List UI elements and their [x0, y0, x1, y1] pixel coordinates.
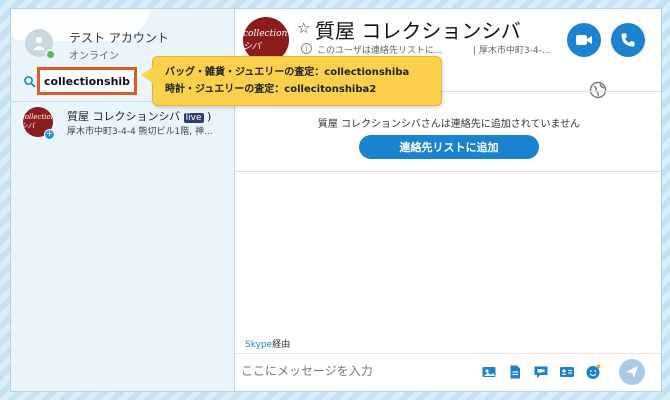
user-icon	[33, 36, 45, 50]
message-input[interactable]	[241, 359, 467, 383]
phone-icon	[621, 33, 635, 47]
audio-call-button[interactable]	[611, 23, 645, 57]
send-arrow-icon	[626, 366, 638, 378]
globe-icon[interactable]	[589, 81, 607, 99]
not-in-contacts-notice: 質屋 コレクションシバさんは連絡先に追加されていません	[317, 119, 581, 130]
via-brand: Skype	[245, 340, 273, 350]
contact-name-text: 質屋 コレクションシバ	[67, 110, 181, 123]
skype-id-tooltip: バッグ・雑貨・ジュエリーの査定：collectionshiba 時計・ジュエリー…	[141, 56, 442, 106]
send-image-icon[interactable]	[481, 364, 497, 380]
online-status-icon	[45, 49, 56, 60]
divider	[235, 353, 661, 354]
my-name[interactable]: テスト アカウント	[69, 29, 169, 46]
chat-location: | 厚木市中町3-4-...	[473, 46, 551, 56]
send-contacts-icon[interactable]	[559, 364, 575, 380]
send-file-icon[interactable]	[507, 364, 523, 380]
contact-address: 厚木市中町3-4-4 熊切ビル1階, 神...	[67, 127, 213, 137]
star-icon[interactable]: ☆	[297, 19, 310, 37]
video-message-icon[interactable]	[533, 364, 549, 380]
via-suffix: 経由	[272, 340, 291, 350]
contact-name: 質屋 コレクションシバ live )	[67, 108, 211, 124]
contact-name-close: )	[207, 110, 212, 123]
divider	[235, 171, 661, 172]
tooltip-line-1: バッグ・雑貨・ジュエリーの査定：collectionshiba	[165, 67, 410, 78]
via-skype-label: Skype経由	[245, 337, 290, 350]
search-result-item[interactable]: collection シバ + 質屋 コレクションシバ live ) 厚木市中町…	[11, 105, 235, 143]
tooltip-line-2: 時計・ジュエリーの査定：collecitonshiba2	[165, 84, 377, 95]
search-input[interactable]	[37, 67, 137, 95]
chat-subtitle: このユーザは連絡先リストに...	[317, 46, 443, 56]
my-status[interactable]: オンライン	[69, 47, 119, 62]
live-badge: live	[183, 113, 204, 123]
send-button[interactable]	[619, 359, 645, 385]
search-icon	[24, 76, 36, 88]
emoticon-icon[interactable]	[585, 364, 601, 380]
chat-title[interactable]: 質屋 コレクションシバ	[315, 15, 521, 44]
video-call-button[interactable]	[567, 23, 601, 57]
video-camera-icon	[576, 35, 592, 45]
info-icon: i	[301, 43, 312, 54]
add-contact-badge-icon: +	[44, 129, 55, 140]
add-to-contacts-button[interactable]: 連絡先リストに追加	[359, 135, 539, 159]
